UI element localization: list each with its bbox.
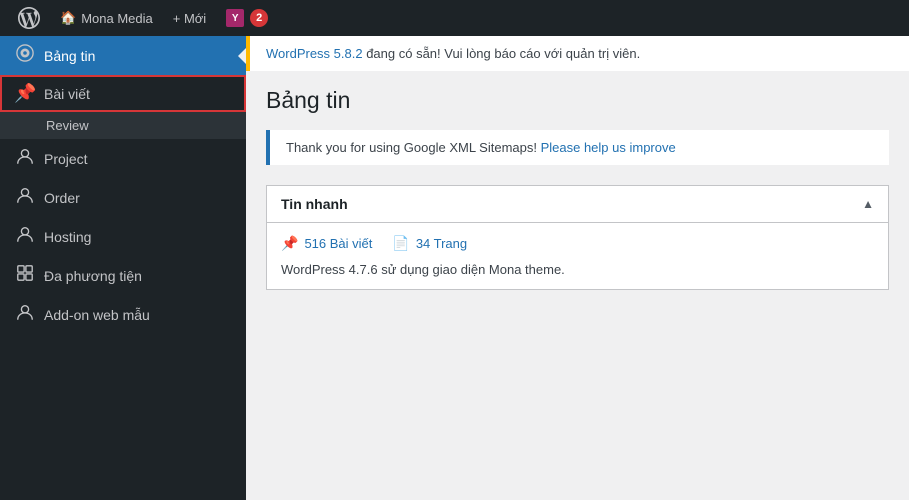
tin-nhanh-header: Tin nhanh ▲	[267, 186, 888, 223]
home-icon: 🏠	[60, 10, 76, 26]
sidebar-item-review[interactable]: Review	[0, 112, 246, 139]
bang-tin-icon	[14, 44, 36, 67]
tin-nhanh-title: Tin nhanh	[281, 196, 348, 212]
sidebar-item-add-on[interactable]: Add-on web mẫu	[0, 295, 246, 334]
stat-bai-viet[interactable]: 📌 516 Bài viết	[281, 235, 372, 252]
info-box-link[interactable]: Please help us improve	[541, 140, 676, 155]
stat-trang-text: 34 Trang	[416, 236, 467, 251]
info-box: Thank you for using Google XML Sitemaps!…	[266, 130, 889, 165]
order-icon	[14, 186, 36, 209]
sidebar-submenu-review: Review	[0, 112, 246, 139]
wp-version-link[interactable]: WordPress 5.8.2	[266, 46, 363, 61]
hosting-label: Hosting	[44, 229, 91, 245]
stat-bai-viet-text: 516 Bài viết	[304, 236, 372, 251]
trang-stat-icon: 📄	[392, 235, 409, 252]
hosting-icon	[14, 225, 36, 248]
new-label: + Mới	[173, 11, 206, 26]
yoast-badge: 2	[250, 9, 268, 27]
yoast-icon: Y	[226, 9, 244, 27]
home-label: Mona Media	[81, 11, 153, 26]
sidebar-item-bai-viet[interactable]: 📌 Bài viết	[0, 75, 246, 112]
info-box-text: Thank you for using Google XML Sitemaps!	[286, 140, 541, 155]
sidebar-item-da-phuong-tien[interactable]: Đa phương tiện	[0, 256, 246, 295]
add-on-label: Add-on web mẫu	[44, 307, 150, 323]
sidebar: Bảng tin 📌 Bài viết Review Project	[0, 36, 246, 500]
sidebar-item-order[interactable]: Order	[0, 178, 246, 217]
project-icon	[14, 147, 36, 170]
admin-bar: 🏠 Mona Media + Mới Y 2	[0, 0, 909, 36]
add-on-icon	[14, 303, 36, 326]
da-phuong-tien-label: Đa phương tiện	[44, 268, 142, 284]
wp-update-notice: WordPress 5.8.2 đang có sẵn! Vui lòng bá…	[246, 36, 909, 71]
stat-trang[interactable]: 📄 34 Trang	[392, 235, 467, 252]
page-title: Bảng tin	[266, 87, 889, 114]
da-phuong-tien-icon	[14, 264, 36, 287]
new-button[interactable]: + Mới	[163, 0, 216, 36]
sidebar-item-project[interactable]: Project	[0, 139, 246, 178]
notice-text: đang có sẵn! Vui lòng báo cáo với quản t…	[363, 46, 641, 61]
tin-nhanh-toggle[interactable]: ▲	[862, 197, 874, 211]
wp-logo-button[interactable]	[8, 0, 50, 36]
tin-nhanh-section: Tin nhanh ▲ 📌 516 Bài viết 📄 34 Trang	[266, 185, 889, 290]
project-label: Project	[44, 151, 88, 167]
tin-nhanh-stats: 📌 516 Bài viết 📄 34 Trang	[281, 235, 874, 252]
page-content: Bảng tin Thank you for using Google XML …	[246, 71, 909, 306]
bang-tin-label: Bảng tin	[44, 48, 95, 64]
bai-viet-label: Bài viết	[44, 86, 90, 102]
tin-nhanh-desc: WordPress 4.7.6 sử dụng giao diện Mona t…	[281, 262, 874, 277]
main-layout: Bảng tin 📌 Bài viết Review Project	[0, 36, 909, 500]
sidebar-item-bang-tin[interactable]: Bảng tin	[0, 36, 246, 75]
order-label: Order	[44, 190, 80, 206]
content-area: WordPress 5.8.2 đang có sẵn! Vui lòng bá…	[246, 36, 909, 500]
sidebar-item-hosting[interactable]: Hosting	[0, 217, 246, 256]
bai-viet-icon: 📌	[14, 83, 36, 104]
yoast-button[interactable]: Y 2	[216, 0, 278, 36]
bai-viet-stat-icon: 📌	[281, 235, 298, 252]
home-button[interactable]: 🏠 Mona Media	[50, 0, 163, 36]
tin-nhanh-content: 📌 516 Bài viết 📄 34 Trang WordPress 4.7.…	[267, 223, 888, 289]
